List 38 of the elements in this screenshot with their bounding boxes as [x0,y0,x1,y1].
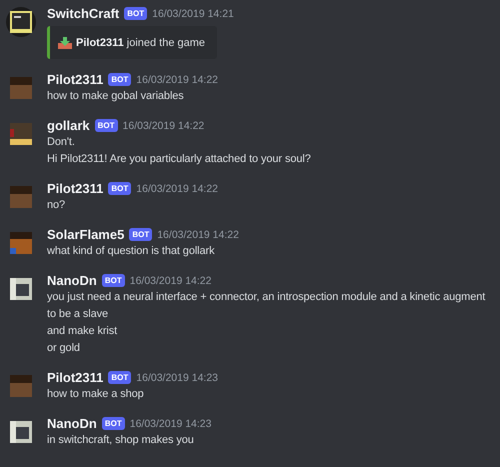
bot-tag: BOT [94,119,118,132]
author-name[interactable]: NanoDn [47,416,97,431]
timestamp: 16/03/2019 14:22 [157,228,239,240]
download-icon [58,36,72,48]
embed-text: Pilot2311 joined the game [76,36,206,48]
message-text: Hi Pilot2311! Are you particularly attached to your soul? [47,152,311,167]
message-text: you just need a neural interface + connector, an introspection module and a kinetic augment [47,290,486,305]
timestamp: 16/03/2019 14:23 [136,372,218,384]
timestamp: 16/03/2019 14:22 [122,120,204,132]
timestamp: 16/03/2019 14:21 [152,8,234,20]
message-text: and make krist [47,324,118,339]
bot-tag: BOT [108,371,132,384]
timestamp: 16/03/2019 14:22 [136,74,218,86]
author-name[interactable]: gollark [47,118,90,133]
author-name[interactable]: NanoDn [47,273,97,288]
author-name[interactable]: SwitchCraft [47,6,120,21]
author-name[interactable]: Pilot2311 [47,72,104,87]
message-text: how to make a shop [47,387,145,402]
bot-tag: BOT [102,417,125,430]
message-text: Don't. [47,135,76,150]
avatar-icon[interactable] [6,7,36,37]
bot-tag: BOT [108,182,132,195]
message-text: or gold [47,341,81,356]
timestamp: 16/03/2019 14:22 [130,274,212,286]
message-text: how to make gobal variables [47,89,185,104]
timestamp: 16/03/2019 14:23 [130,418,212,430]
bot-tag: BOT [108,73,132,86]
timestamp: 16/03/2019 14:22 [136,182,218,194]
message-text: no? [47,198,66,213]
bot-tag: BOT [124,7,148,20]
message-text: what kind of question is that gollark [47,244,216,259]
bot-tag: BOT [129,228,152,241]
author-name[interactable]: SolarFlame5 [47,227,124,242]
message-text: to be a slave [47,307,110,322]
bot-tag: BOT [102,274,125,287]
message-text: in switchcraft, shop makes you [47,433,195,448]
author-name[interactable]: Pilot2311 [47,370,104,385]
author-name[interactable]: Pilot2311 [47,181,104,196]
